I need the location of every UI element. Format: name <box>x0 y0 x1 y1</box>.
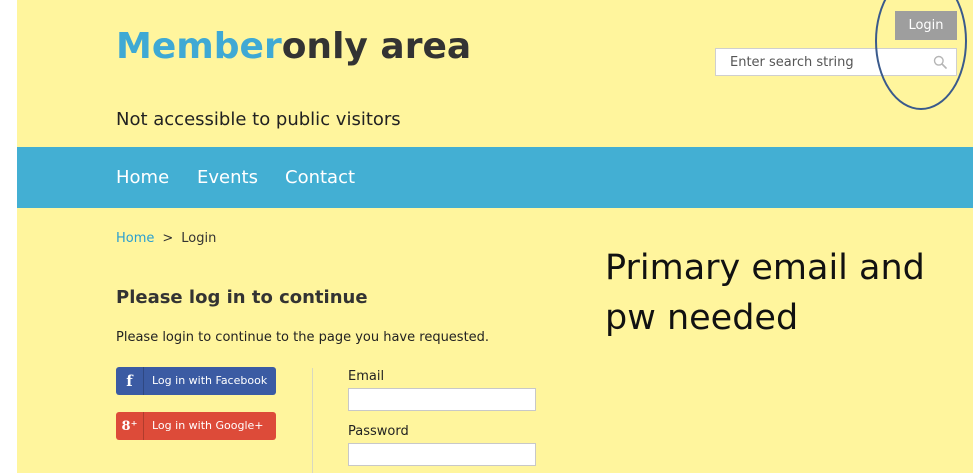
login-button[interactable]: Login <box>895 11 957 40</box>
nav-item-events[interactable]: Events <box>197 167 258 188</box>
annotation-line-1: Primary email and <box>605 248 925 288</box>
site-title-accent: Member <box>116 26 282 67</box>
search-box <box>715 48 957 76</box>
email-field[interactable] <box>348 388 536 411</box>
site-title: Memberonly area <box>116 26 471 67</box>
facebook-login-label: Log in with Facebook <box>152 374 268 387</box>
annotation-note: Primary email and pw needed <box>605 243 925 343</box>
search-input[interactable] <box>716 49 922 75</box>
google-login-button[interactable]: 8⁺ Log in with Google+ <box>116 412 276 440</box>
breadcrumb-separator: > <box>162 231 174 246</box>
google-plus-icon: 8⁺ <box>116 412 144 440</box>
site-tagline: Not accessible to public visitors <box>116 109 401 130</box>
site-title-rest: only area <box>281 26 472 67</box>
breadcrumb-current: Login <box>181 231 217 246</box>
breadcrumb-home-link[interactable]: Home <box>116 231 154 246</box>
main-nav: Home Events Contact <box>17 147 973 208</box>
breadcrumb: Home > Login <box>116 231 216 246</box>
nav-item-home[interactable]: Home <box>116 167 169 188</box>
password-label: Password <box>348 424 409 439</box>
annotation-line-2: pw needed <box>605 298 799 338</box>
member-page: Memberonly area Not accessible to public… <box>17 0 973 473</box>
login-intro-text: Please login to continue to the page you… <box>116 330 490 345</box>
search-icon[interactable] <box>933 55 947 69</box>
login-divider <box>312 368 313 473</box>
site-header: Memberonly area Not accessible to public… <box>17 0 973 147</box>
password-field[interactable] <box>348 443 536 466</box>
facebook-login-button[interactable]: f Log in with Facebook <box>116 367 276 395</box>
nav-item-contact[interactable]: Contact <box>285 167 355 188</box>
facebook-icon: f <box>116 367 144 395</box>
email-label: Email <box>348 369 385 384</box>
login-heading: Please log in to continue <box>116 287 368 308</box>
google-login-label: Log in with Google+ <box>152 419 264 432</box>
